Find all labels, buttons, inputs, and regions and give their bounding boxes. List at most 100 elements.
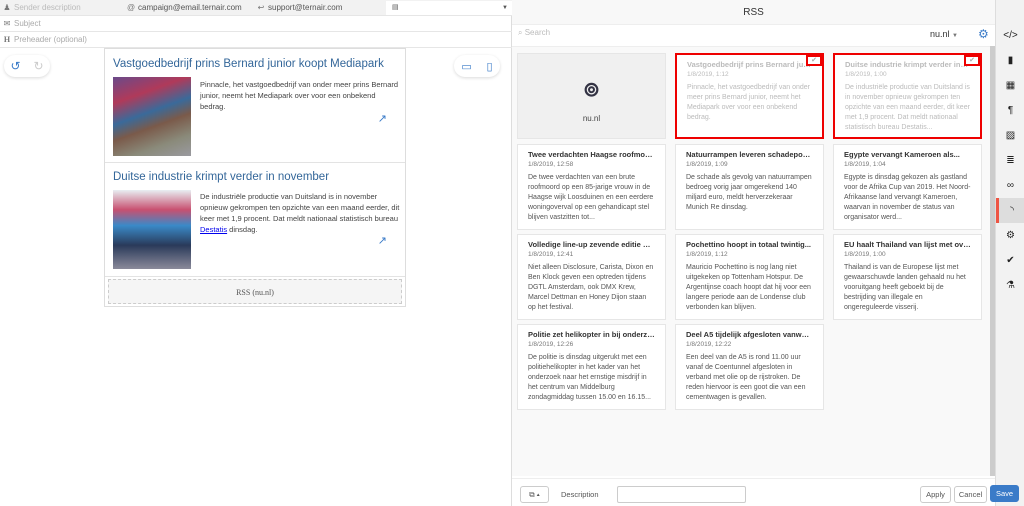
item-date: 1/8/2019, 1:04 — [844, 161, 886, 168]
undo-redo-group: ↺ ↻ — [4, 55, 50, 77]
rss-item-card[interactable]: Politie zet helikopter in bij onderzo...… — [517, 324, 666, 410]
gear-icon[interactable]: ⚙ — [996, 223, 1024, 248]
database-icon[interactable]: ≣ — [996, 148, 1024, 173]
feed-select[interactable]: nu.nl ▼ — [930, 29, 958, 39]
file-icon[interactable]: ▮ — [996, 48, 1024, 73]
item-body: Pinnacle, het vastgoedbedrijf van onder … — [687, 84, 810, 121]
preheader-row[interactable]: H Preheader (optional) — [0, 32, 512, 48]
item-body: De industriële productie van Duitsland i… — [845, 84, 970, 131]
body-text: dinsdag. — [227, 225, 258, 234]
rss-item-card[interactable]: EU haalt Thailand van lijst met over... 1… — [833, 234, 982, 320]
apply-button[interactable]: Apply — [920, 486, 951, 503]
grid-icon[interactable]: ▦ — [996, 73, 1024, 98]
destatis-link[interactable]: Destatis — [200, 225, 227, 234]
gear-icon[interactable]: ⚙ — [978, 27, 989, 41]
panel-title: RSS — [512, 0, 995, 25]
article-body: De industriële productie van Duitsland i… — [200, 191, 400, 235]
item-title: Pochettino hoopt in totaal twintig... — [686, 240, 811, 249]
desktop-icon[interactable]: ▭ — [461, 60, 471, 73]
article-image — [113, 77, 191, 156]
code-icon[interactable]: </> — [996, 23, 1024, 48]
description-label: Description — [561, 490, 599, 499]
item-title: Politie zet helikopter in bij onderzo... — [528, 330, 655, 339]
select-value: ▤ — [392, 4, 399, 11]
cancel-button[interactable]: Cancel — [954, 486, 987, 503]
redo-icon[interactable]: ↻ — [33, 59, 43, 73]
check-icon[interactable]: ✔ — [964, 55, 980, 66]
chevron-down-icon: ▼ — [502, 5, 508, 11]
item-date: 1/8/2019, 1:09 — [686, 161, 728, 168]
rss-icon: ⊚ — [583, 79, 600, 101]
search-input[interactable]: ⌕ Search — [518, 28, 550, 38]
article-2[interactable]: Duitse industrie krimpt verder in novemb… — [105, 164, 405, 277]
item-body: Een deel van de A5 is rond 11.00 uur van… — [686, 354, 806, 401]
item-date: 1/8/2019, 1:00 — [845, 71, 887, 78]
item-body: Mauricio Pochettino is nog lang niet uit… — [686, 264, 811, 311]
item-body: Niet alleen Disclosure, Carista, Dixon e… — [528, 264, 654, 311]
rss-item-card[interactable]: Duitse industrie krimpt verder in novemb… — [833, 53, 982, 139]
item-title: Twee verdachten Haagse roofmoord... — [528, 150, 655, 159]
item-title: Egypte vervangt Kameroen als... — [844, 150, 960, 159]
flask-icon[interactable]: ⚗ — [996, 273, 1024, 298]
article-body: Pinnacle, het vastgoedbedrijf van onder … — [200, 80, 399, 111]
preheader-input[interactable]: Preheader (optional) — [14, 35, 87, 44]
feed-name: nu.nl — [582, 114, 601, 123]
rss-item-card[interactable]: Deel A5 tijdelijk afgesloten vanweg... 1/… — [675, 324, 824, 410]
save-button[interactable]: Save — [990, 485, 1019, 502]
item-title: EU haalt Thailand van lijst met over... — [844, 240, 971, 249]
item-body: Egypte is dinsdag gekozen als gastland v… — [844, 174, 971, 221]
image-icon[interactable]: ▨ — [996, 123, 1024, 148]
item-body: Thailand is van de Europese lijst met ge… — [844, 264, 966, 311]
rss-panel: RSS ⌕ Search nu.nl ▼ ⚙ ⊚ nu.nl Vastgoedb… — [512, 0, 995, 506]
reply-icon: ↩ — [257, 3, 265, 12]
sender-row: ♟ Sender description @ campaign@email.te… — [0, 0, 512, 16]
rss-item-card[interactable]: Vastgoedbedrijf prins Bernard junior koo… — [675, 53, 824, 139]
subject-input[interactable]: Subject — [14, 19, 41, 28]
rss-icon[interactable]: ◝ — [996, 198, 1024, 223]
undo-icon[interactable]: ↺ — [10, 59, 20, 73]
rss-item-card[interactable]: Pochettino hoopt in totaal twintig... 1/8… — [675, 234, 824, 320]
heading-icon: H — [3, 35, 11, 44]
sender-description-input[interactable]: Sender description — [14, 3, 124, 12]
item-title: Volledige line-up zevende editie DG... — [528, 240, 655, 249]
article-1[interactable]: Vastgoedbedrijf prins Bernard junior koo… — [105, 49, 405, 163]
subject-row[interactable]: ✉ Subject — [0, 16, 512, 32]
copy-menu-button[interactable]: ⧉ ▴ — [520, 486, 549, 503]
link-icon[interactable]: ∞ — [996, 173, 1024, 198]
article-image — [113, 190, 191, 269]
rss-item-card[interactable]: Twee verdachten Haagse roofmoord... 1/8/2… — [517, 144, 666, 230]
mobile-icon[interactable]: ▯ — [487, 60, 493, 73]
reply-email[interactable]: support@ternair.com — [268, 3, 342, 12]
item-date: 1/8/2019, 12:22 — [686, 341, 732, 348]
feed-card[interactable]: ⊚ nu.nl — [517, 53, 666, 139]
search-placeholder: Search — [524, 28, 551, 37]
rss-items-grid: ⊚ nu.nl Vastgoedbedrijf prins Bernard ju… — [512, 46, 990, 476]
item-body: De schade als gevolg van natuurrampen be… — [686, 174, 812, 211]
item-date: 1/8/2019, 1:00 — [844, 251, 886, 258]
email-editor: ♟ Sender description @ campaign@email.te… — [0, 0, 512, 506]
item-date: 1/8/2019, 12:58 — [528, 161, 574, 168]
from-email[interactable]: campaign@email.ternair.com — [138, 3, 254, 12]
template-select[interactable]: ▤ ▼ — [386, 1, 512, 15]
item-date: 1/8/2019, 1:12 — [686, 251, 728, 258]
device-toggle: ▭ ▯ — [454, 55, 500, 77]
check-icon[interactable]: ✔ — [806, 55, 822, 66]
panel-footer: ⧉ ▴ Description Apply Cancel — [512, 478, 995, 506]
article-title: Vastgoedbedrijf prins Bernard junior koo… — [113, 58, 384, 70]
description-input[interactable] — [617, 486, 746, 503]
feed-value: nu.nl — [930, 29, 950, 39]
item-date: 1/8/2019, 1:12 — [687, 71, 729, 78]
item-body: De politie is dinsdag uitgerukt met een … — [528, 354, 651, 401]
rss-item-card[interactable]: Natuurrampen leveren schadepost... 1/8/20… — [675, 144, 824, 230]
external-link-icon[interactable]: ↗ — [378, 234, 387, 247]
body-text: De industriële productie van Duitsland i… — [200, 192, 400, 223]
tool-sidebar: </> ▮ ▦ ¶ ▨ ≣ ∞ ◝ ⚙ ✔ ⚗ — [995, 0, 1024, 506]
paragraph-icon[interactable]: ¶ — [996, 98, 1024, 123]
check-icon[interactable]: ✔ — [996, 248, 1024, 273]
rss-item-card[interactable]: Egypte vervangt Kameroen als... 1/8/2019,… — [833, 144, 982, 230]
rss-item-card[interactable]: Volledige line-up zevende editie DG... 1/… — [517, 234, 666, 320]
email-preview: Vastgoedbedrijf prins Bernard junior koo… — [104, 48, 406, 307]
rss-block-placeholder[interactable]: RSS (nu.nl) — [108, 279, 402, 304]
item-title: Natuurrampen leveren schadepost... — [686, 150, 813, 159]
external-link-icon[interactable]: ↗ — [378, 112, 387, 125]
